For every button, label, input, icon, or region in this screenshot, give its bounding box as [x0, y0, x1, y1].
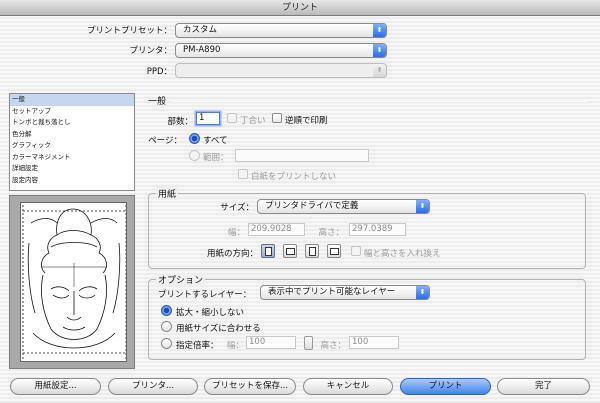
pages-range-radio[interactable] — [189, 150, 200, 161]
popup-arrow-icon: ⬍ — [373, 44, 386, 57]
category-item[interactable]: 詳細設定 — [10, 163, 134, 175]
options-section-title: オプション — [156, 273, 206, 286]
preset-label: プリントプリセット： — [86, 26, 172, 36]
print-preview — [9, 195, 135, 369]
printer-label: プリンタ： — [129, 46, 172, 56]
swap-dimensions-label: 幅と高さを入れ換え — [364, 249, 441, 259]
paper-size-value: プリンタドライバで定義 — [265, 201, 359, 211]
layer-popup[interactable]: 表示中でプリント可能なレイヤー ⬍ — [260, 285, 430, 300]
preview-page — [20, 202, 127, 362]
printer-value: PM-A890 — [183, 45, 221, 55]
scale-height-label: 高さ： — [320, 341, 346, 351]
category-item[interactable]: 一般 — [10, 94, 134, 106]
reverse-order-label: 逆順で印刷 — [285, 116, 328, 126]
save-preset-button[interactable]: プリセットを保存... — [204, 378, 296, 395]
fit-to-paper-label: 用紙サイズに合わせる — [176, 324, 261, 334]
popup-arrow-icon: ⬍ — [416, 200, 429, 213]
skip-blank-label: 白紙をプリントしない — [251, 172, 337, 182]
no-scale-radio[interactable] — [161, 305, 172, 316]
custom-scale-label: 指定倍率： — [176, 341, 219, 351]
preset-popup[interactable]: カスタム ⬍ — [175, 23, 387, 38]
no-scale-label: 拡大・縮小しない — [176, 308, 245, 318]
divider — [172, 101, 587, 102]
collate-label: 丁合い — [240, 116, 266, 126]
cancel-button[interactable]: キャンセル — [303, 378, 393, 395]
pages-all-label: すべて — [203, 136, 228, 146]
ppd-popup[interactable]: ⬍ — [175, 63, 387, 78]
printer-button[interactable]: プリンタ... — [108, 378, 198, 395]
orientation-reverse-landscape-button[interactable] — [327, 244, 341, 258]
orientation-landscape-button[interactable] — [283, 244, 297, 258]
copies-input[interactable]: 1 — [196, 112, 220, 125]
general-section-title: 一般 — [148, 97, 167, 107]
paper-size-popup[interactable]: プリンタドライバで定義 ⬍ — [257, 199, 430, 214]
skip-blank-checkbox[interactable] — [238, 169, 248, 179]
size-label: サイズ： — [220, 203, 254, 213]
copies-label: 部数： — [167, 117, 193, 127]
print-button[interactable]: プリント — [400, 378, 491, 395]
layer-label: プリントするレイヤー： — [158, 290, 252, 300]
popup-arrow-icon: ⬍ — [373, 64, 386, 77]
category-item[interactable]: セットアップ — [10, 106, 134, 118]
paper-width-label: 幅： — [227, 228, 245, 238]
paper-height-label: 高さ： — [318, 228, 344, 238]
layer-value: 表示中でプリント可能なレイヤー — [268, 287, 396, 297]
pages-all-radio[interactable] — [189, 133, 200, 144]
scale-width-label: 幅： — [226, 341, 244, 351]
category-item[interactable]: カラーマネジメント — [10, 152, 134, 164]
orientation-label: 用紙の方向： — [206, 249, 258, 259]
popup-arrow-icon: ⬍ — [416, 286, 429, 299]
orientation-reverse-portrait-button[interactable] — [305, 244, 319, 258]
category-item[interactable]: 設定内容 — [10, 175, 134, 187]
pages-range-input[interactable] — [235, 149, 369, 162]
preview-artwork — [22, 205, 126, 361]
scale-height-input[interactable]: 100 — [349, 336, 399, 349]
pages-label: ページ： — [148, 136, 182, 146]
fit-to-paper-radio[interactable] — [161, 321, 172, 332]
paper-height-input[interactable]: 297.0389 — [349, 223, 406, 236]
landscape-icon — [286, 248, 295, 255]
category-list[interactable]: 一般 セットアップ トンボと裁ち落とし 色分解 グラフィック カラーマネジメント… — [9, 93, 135, 191]
custom-scale-radio[interactable] — [161, 338, 172, 349]
category-item[interactable]: トンボと裁ち落とし — [10, 117, 134, 129]
scale-width-input[interactable]: 100 — [246, 336, 296, 349]
page-setup-button[interactable]: 用紙設定... — [10, 378, 101, 395]
paper-section-title: 用紙 — [156, 187, 179, 200]
orientation-portrait-button[interactable] — [261, 244, 275, 258]
preset-value: カスタム — [183, 25, 218, 35]
reverse-order-checkbox[interactable] — [272, 113, 282, 123]
pages-range-label: 範囲： — [203, 153, 229, 163]
collate-checkbox[interactable] — [227, 113, 237, 123]
window-title: プリント — [0, 0, 600, 16]
printer-popup[interactable]: PM-A890 ⬍ — [175, 43, 387, 58]
category-item[interactable]: グラフィック — [10, 140, 134, 152]
portrait-icon — [265, 247, 272, 256]
reverse-landscape-icon — [330, 248, 339, 255]
reverse-portrait-icon — [309, 247, 316, 256]
ppd-label: PPD： — [146, 67, 172, 77]
swap-dimensions-checkbox[interactable] — [351, 246, 361, 256]
paper-width-input[interactable]: 209.9028 — [248, 223, 305, 236]
done-button[interactable]: 完了 — [497, 378, 590, 395]
popup-arrow-icon: ⬍ — [373, 24, 386, 37]
category-item[interactable]: 色分解 — [10, 129, 134, 141]
